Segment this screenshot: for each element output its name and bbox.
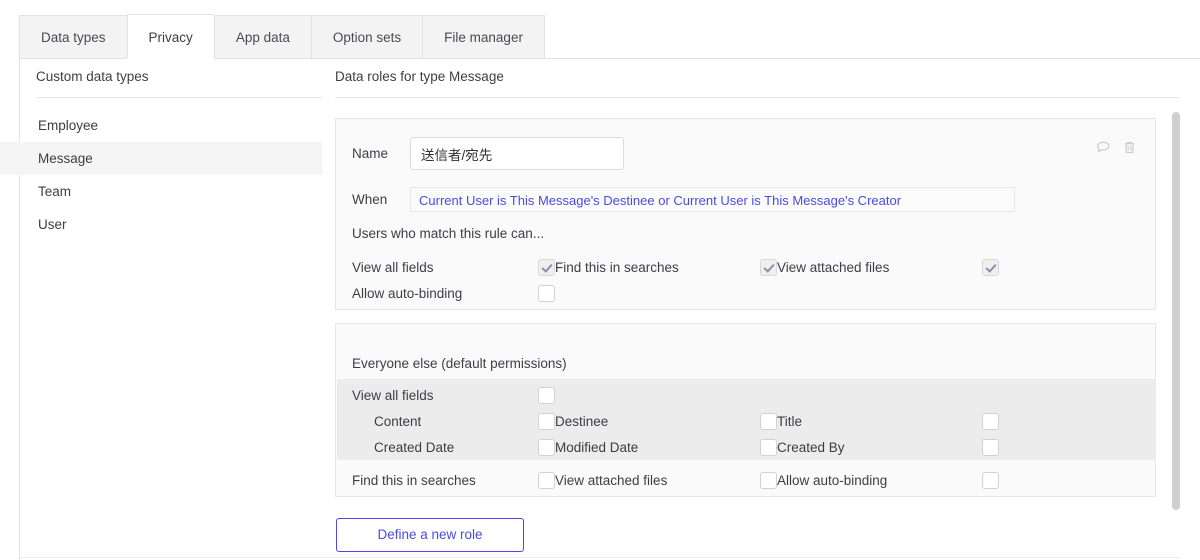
field-content: Content (352, 412, 555, 430)
define-new-role-button[interactable]: Define a new role (336, 518, 524, 552)
tab-data-types[interactable]: Data types (19, 15, 127, 59)
field-created-by: Created By (777, 438, 999, 456)
field-label: Created Date (374, 439, 455, 455)
permission-view-attached-files-default: View attached files (555, 471, 777, 489)
checkbox-field-modified-date[interactable] (760, 438, 777, 456)
bottom-divider (20, 557, 1180, 558)
checkbox-field-content[interactable] (538, 412, 555, 430)
checkbox-field-destinee[interactable] (760, 412, 777, 430)
default-permissions-title: Everyone else (default permissions) (352, 356, 567, 371)
when-row: When Current User is This Message's Dest… (352, 187, 1015, 212)
comment-icon[interactable] (1095, 139, 1112, 156)
sidebar-item-label: Employee (38, 118, 99, 133)
name-label: Name (352, 146, 389, 161)
checkbox-field-title[interactable] (982, 412, 999, 430)
tab-file-manager[interactable]: File manager (422, 15, 545, 59)
when-expression[interactable]: Current User is This Message's Destinee … (410, 187, 1015, 212)
card-actions (1095, 139, 1138, 156)
tab-option-sets[interactable]: Option sets (310, 15, 423, 59)
sidebar: Custom data types Employee Message Team … (0, 69, 322, 241)
sidebar-item-team[interactable]: Team (36, 175, 322, 208)
checkbox-allow-auto-binding[interactable] (538, 284, 555, 302)
field-label: Title (777, 413, 803, 429)
permission-label: View all fields (352, 259, 434, 275)
permission-allow-auto-binding: Allow auto-binding (352, 284, 555, 302)
permission-row: Allow auto-binding (352, 280, 1132, 306)
sidebar-item-user[interactable]: User (36, 208, 322, 241)
sidebar-header: Custom data types (36, 69, 322, 98)
permission-row: Created Date Modified Date Created By (352, 434, 1142, 460)
field-title: Title (777, 412, 999, 430)
permission-row: Find this in searches View attached file… (352, 467, 1142, 493)
permission-label: Find this in searches (352, 472, 476, 488)
tab-app-data[interactable]: App data (213, 15, 311, 59)
main-header: Data roles for type Message (335, 69, 1180, 98)
custom-data-type-list: Employee Message Team User (0, 109, 322, 241)
checkbox-view-attached-files-default[interactable] (760, 471, 777, 489)
tab-label: App data (235, 30, 290, 45)
trash-icon[interactable] (1121, 139, 1138, 156)
tab-label: Option sets (332, 30, 402, 45)
permission-label: Find this in searches (555, 259, 679, 275)
data-role-card: Name When Current User is This Message's… (335, 118, 1156, 310)
field-label: Modified Date (555, 439, 639, 455)
default-fields-grid: View all fields Content Destinee Title C… (352, 382, 1142, 460)
permission-view-all-fields: View all fields (352, 258, 555, 276)
checkbox-find-in-searches[interactable] (760, 258, 777, 276)
permission-find-in-searches-default: Find this in searches (352, 471, 555, 489)
permission-row: Content Destinee Title (352, 408, 1142, 434)
tab-label: Data types (41, 30, 106, 45)
permission-find-in-searches: Find this in searches (555, 258, 777, 276)
field-created-date: Created Date (352, 438, 555, 456)
permission-label: View attached files (555, 472, 668, 488)
sidebar-item-label: Team (38, 184, 72, 199)
permission-allow-auto-binding-default: Allow auto-binding (777, 471, 999, 489)
checkbox-view-attached-files[interactable] (982, 258, 999, 276)
field-label: Created By (777, 439, 845, 455)
field-label: Destinee (555, 413, 609, 429)
permission-label: View all fields (352, 387, 434, 403)
scrollbar-thumb[interactable] (1172, 112, 1180, 510)
permission-label: Allow auto-binding (352, 285, 463, 301)
default-permissions-card: Everyone else (default permissions) View… (335, 323, 1156, 497)
tab-label: File manager (444, 30, 523, 45)
active-tab-underline-gap (126, 58, 214, 60)
sidebar-item-employee[interactable]: Employee (36, 109, 322, 142)
role-permissions-grid: View all fields Find this in searches Vi… (352, 254, 1132, 306)
rule-note: Users who match this rule can... (352, 226, 545, 241)
name-row: Name (352, 137, 624, 170)
permission-row: View all fields Find this in searches Vi… (352, 254, 1132, 280)
checkbox-view-all-fields[interactable] (538, 258, 555, 276)
main-panel: Data roles for type Message (335, 69, 1180, 98)
tab-list: Data types Privacy App data Option sets … (19, 14, 545, 59)
tab-privacy[interactable]: Privacy (126, 14, 214, 59)
sidebar-item-message[interactable]: Message (0, 142, 322, 175)
checkbox-allow-auto-binding-default[interactable] (982, 471, 999, 489)
field-label: Content (374, 413, 422, 429)
when-label: When (352, 192, 388, 207)
default-bottom-permissions: Find this in searches View attached file… (352, 467, 1142, 493)
tab-bar: Data types Privacy App data Option sets … (0, 0, 1200, 60)
checkbox-find-in-searches-default[interactable] (538, 471, 555, 489)
role-name-input[interactable] (410, 137, 624, 170)
tab-label: Privacy (148, 30, 193, 45)
checkbox-field-created-by[interactable] (982, 438, 999, 456)
permission-label: View attached files (777, 259, 890, 275)
permission-row: View all fields (352, 382, 1142, 408)
permission-view-all-fields-default: View all fields (352, 386, 555, 404)
permission-view-attached-files: View attached files (777, 258, 999, 276)
checkbox-view-all-fields-default[interactable] (538, 386, 555, 404)
sidebar-item-label: Message (38, 151, 93, 166)
permission-label: Allow auto-binding (777, 472, 888, 488)
field-modified-date: Modified Date (555, 438, 777, 456)
sidebar-item-label: User (38, 217, 67, 232)
checkbox-field-created-date[interactable] (538, 438, 555, 456)
field-destinee: Destinee (555, 412, 777, 430)
